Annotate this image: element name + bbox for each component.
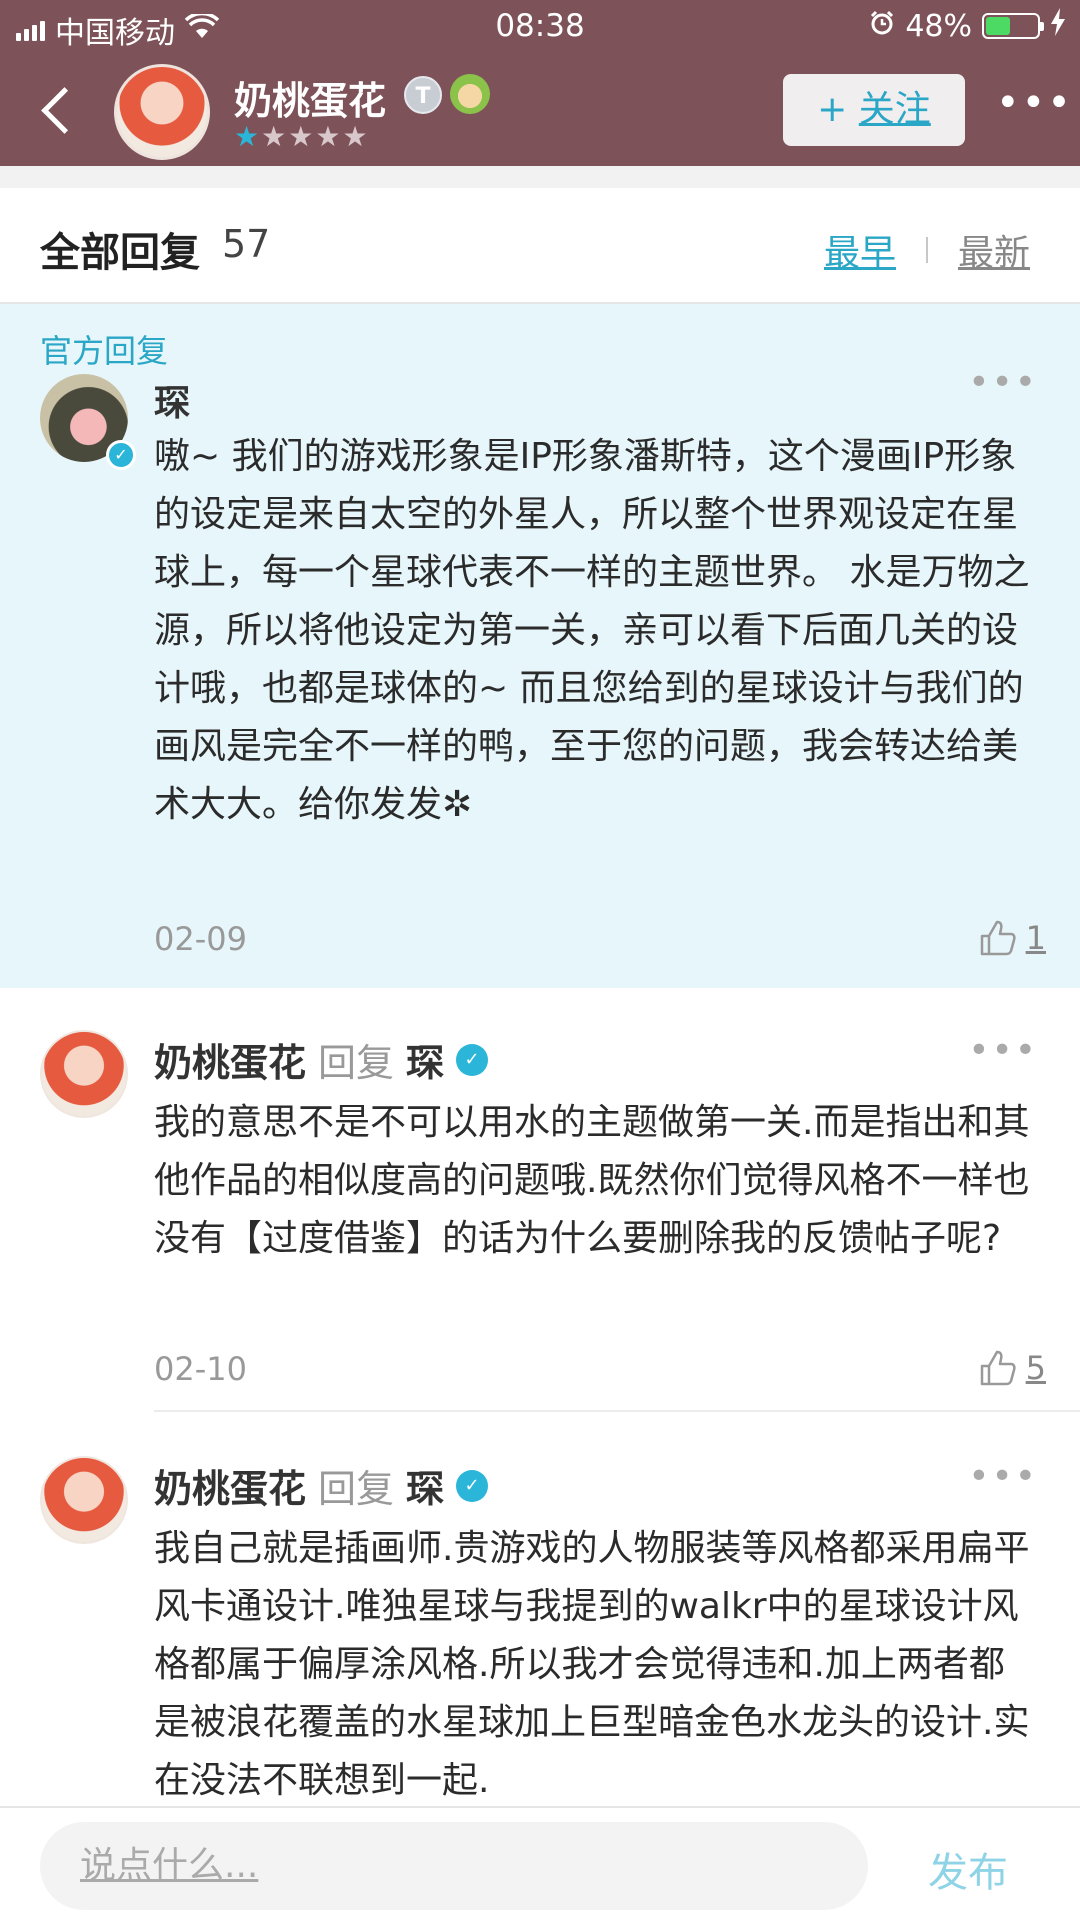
reply-header: 奶桃蛋花 回复 琛 ✓ [154, 1458, 489, 1513]
reply-text: 我自己就是插画师.贵游戏的人物服装等风格都采用扁平风卡通设计.唯独星球与我提到的… [154, 1528, 1030, 1801]
status-bar: 中国移动 08:38 48% [0, 0, 1080, 52]
back-button[interactable] [34, 80, 84, 140]
top-header: 中国移动 08:38 48% 奶桃蛋花 T ★★★★★ + 关注 ••• [0, 0, 1080, 166]
follow-button[interactable]: + 关注 [783, 74, 965, 146]
official-reply-text: 嗷~ 我们的游戏形象是IP形象潘斯特，这个漫画IP形象的设定是来自太空的外星人，… [154, 436, 1030, 825]
charging-icon [1050, 8, 1066, 44]
reply-target-name[interactable]: 琛 [406, 1032, 444, 1087]
publish-button[interactable]: 发布 [928, 1840, 1008, 1898]
star-icon: ★ [234, 120, 262, 153]
star-icon: ★ [315, 120, 343, 153]
replies-header: 全部回复 57 最早 最新 [0, 188, 1080, 304]
battery-icon [982, 13, 1044, 39]
reply-word: 回复 [318, 1467, 395, 1511]
more-options-button[interactable]: ••• [996, 83, 1071, 128]
sort-earliest-tab[interactable]: 最早 [824, 224, 896, 276]
star-icon: ★ [261, 120, 289, 153]
reply-target-name[interactable]: 琛 [406, 1458, 444, 1513]
reply-avatar[interactable] [40, 1030, 128, 1118]
official-reply-label: 官方回复 [40, 332, 169, 370]
comment-input[interactable]: 说点什么... [40, 1822, 868, 1910]
replies-count: 57 [222, 222, 271, 266]
level-badge-icon: T [404, 76, 442, 114]
reply-author-name[interactable]: 奶桃蛋花 [154, 1458, 306, 1513]
status-right: 48% [869, 8, 1066, 44]
replies-title: 全部回复 [40, 230, 200, 276]
official-author-name[interactable]: 琛 [154, 374, 190, 426]
reply-item: 奶桃蛋花 回复 琛 ✓ ••• 我的意思不是不可以用水的主题做第一关.而是指出和… [0, 1030, 1080, 1412]
plus-icon: + [817, 89, 848, 130]
thumbs-up-icon [980, 920, 1016, 956]
alarm-icon [869, 9, 895, 44]
reply-divider [154, 1410, 1080, 1412]
character-badge-icon [450, 74, 490, 114]
star-icon: ★ [342, 120, 370, 153]
reply-avatar[interactable] [40, 1456, 128, 1544]
sort-divider [925, 237, 928, 263]
nav-bar: 奶桃蛋花 T ★★★★★ + 关注 ••• [0, 58, 1080, 164]
official-reply-date: 02-09 [154, 920, 247, 958]
reply-more-button[interactable]: ••• [968, 1456, 1038, 1497]
reply-item: 奶桃蛋花 回复 琛 ✓ ••• 我自己就是插画师.贵游戏的人物服装等风格都采用扁… [0, 1456, 1080, 1806]
reply-header: 奶桃蛋花 回复 琛 ✓ [154, 1032, 489, 1087]
verified-icon: ✓ [456, 1043, 489, 1076]
star-icon: ★ [288, 120, 316, 153]
verified-icon: ✓ [456, 1469, 489, 1502]
user-avatar[interactable] [114, 64, 210, 160]
reply-text: 我的意思不是不可以用水的主题做第一关.而是指出和其他作品的相似度高的问题哦.既然… [154, 1102, 1030, 1259]
official-like-button[interactable]: 1 [978, 918, 1046, 958]
reply-more-button[interactable]: ••• [968, 1030, 1038, 1071]
reply-date: 02-10 [154, 1350, 247, 1388]
section-gap [0, 166, 1080, 188]
reply-word: 回复 [318, 1041, 395, 1085]
reply-like-button[interactable]: 5 [978, 1348, 1046, 1388]
follow-label: 关注 [858, 89, 931, 130]
official-reply: 官方回复 ✓ 琛 ••• 嗷~ 我们的游戏形象是IP形象潘斯特，这个漫画IP形象… [0, 304, 1080, 988]
reply-like-count: 5 [1025, 1349, 1046, 1387]
official-more-button[interactable]: ••• [968, 362, 1038, 403]
verified-icon: ✓ [106, 440, 136, 470]
comment-composer: 说点什么... 发布 [0, 1806, 1080, 1920]
reply-author-name[interactable]: 奶桃蛋花 [154, 1032, 306, 1087]
profile-username[interactable]: 奶桃蛋花 [234, 70, 386, 125]
sort-options: 最早 最新 [824, 224, 1030, 276]
sort-newest-tab[interactable]: 最新 [958, 224, 1030, 276]
official-like-count: 1 [1025, 919, 1046, 957]
battery-percent: 48% [905, 8, 972, 44]
rating-stars: ★★★★★ [234, 120, 370, 153]
thumbs-up-icon [980, 1350, 1016, 1386]
